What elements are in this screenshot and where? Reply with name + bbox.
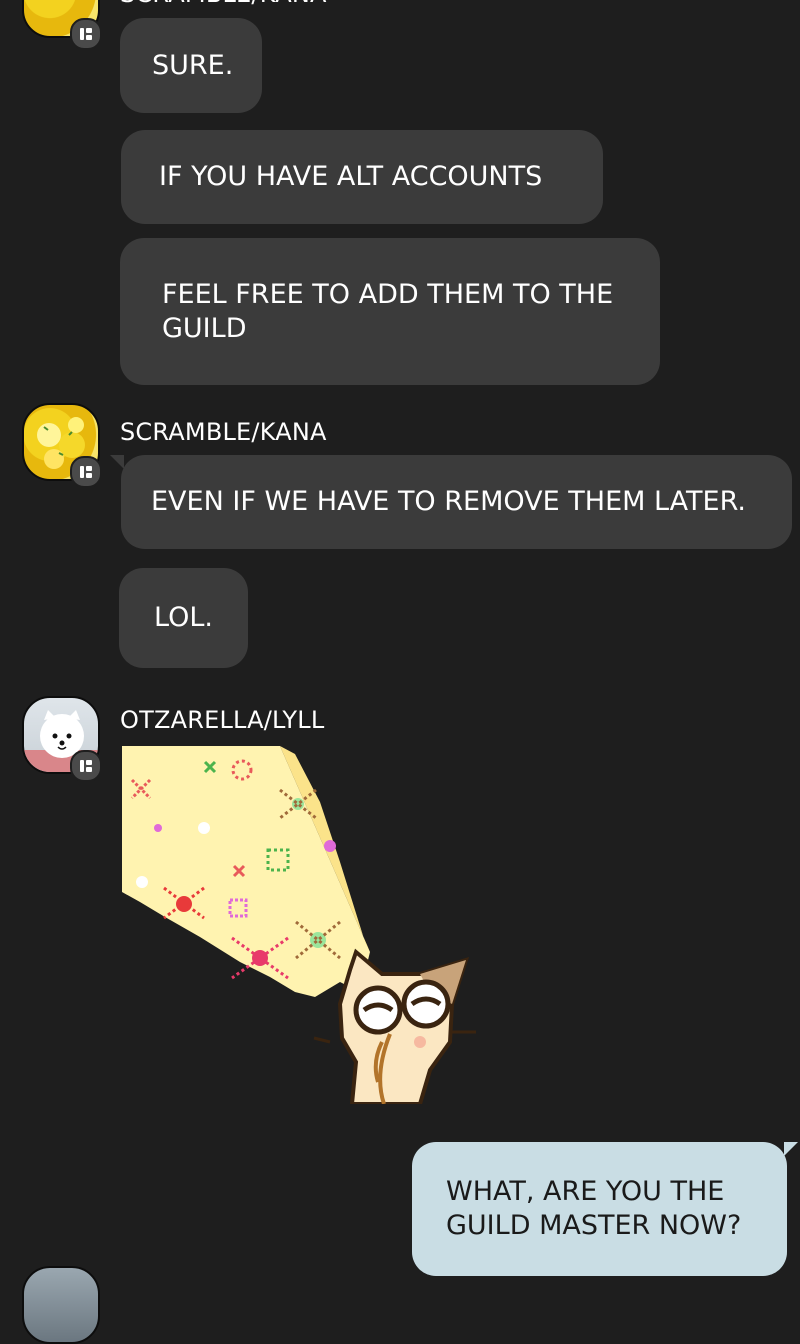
bubble-tail: [110, 455, 124, 469]
message-text: EVEN IF WE HAVE TO REMOVE THEM LATER.: [151, 486, 746, 517]
message-text: IF YOU HAVE ALT ACCOUNTS: [159, 161, 543, 192]
app-badge-icon: [70, 18, 102, 50]
app-badge-icon: [70, 750, 102, 782]
app-badge-icon: [70, 456, 102, 488]
message-bubble[interactable]: EVEN IF WE HAVE TO REMOVE THEM LATER.: [121, 455, 792, 549]
message-text: SURE.: [152, 49, 234, 81]
sticker-image: [122, 746, 476, 1106]
message-bubble[interactable]: LOL.: [119, 568, 248, 668]
sender-name: OTZARELLA/LYLL: [120, 706, 325, 734]
message-text: LOL.: [154, 602, 213, 633]
my-message-bubble[interactable]: WHAT, ARE YOU THE GUILD MASTER NOW?: [412, 1142, 787, 1276]
message-bubble[interactable]: IF YOU HAVE ALT ACCOUNTS: [121, 130, 603, 224]
message-bubble[interactable]: FEEL FREE TO ADD THEM TO THE GUILD: [120, 238, 660, 385]
message-text: WHAT, ARE YOU THE GUILD MASTER NOW?: [446, 1176, 742, 1241]
cat-sparkle-sticker[interactable]: [120, 742, 480, 1106]
sender-name: SCRAMBLE/KANA: [120, 0, 327, 8]
avatar-partial[interactable]: [22, 1266, 100, 1344]
bubble-tail: [784, 1142, 798, 1156]
sender-name: SCRAMBLE/KANA: [120, 418, 327, 446]
message-text: FEEL FREE TO ADD THEM TO THE GUILD: [162, 278, 614, 344]
message-bubble[interactable]: SURE.: [120, 18, 262, 113]
